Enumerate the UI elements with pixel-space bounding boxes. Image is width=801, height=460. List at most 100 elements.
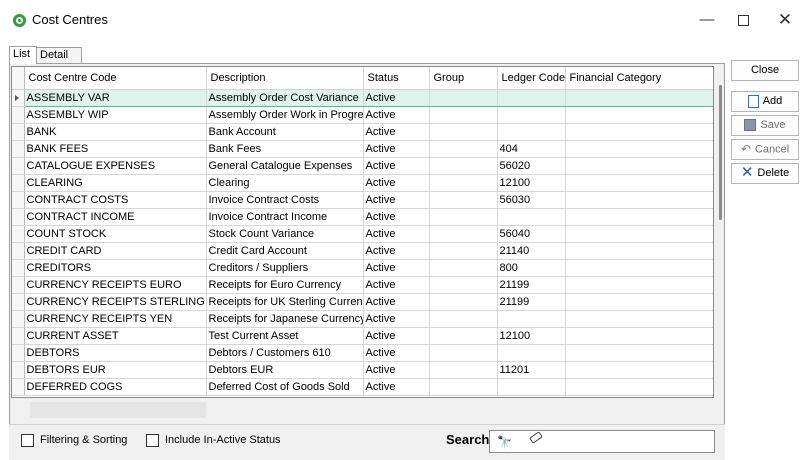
table-cell[interactable]: CURRENCY RECEIPTS YEN (24, 310, 207, 328)
table-cell[interactable]: CATALOGUE EXPENSES (24, 157, 207, 175)
table-cell[interactable] (565, 106, 713, 124)
table-cell[interactable] (565, 208, 713, 226)
table-cell[interactable]: Credit Card Account (206, 242, 364, 260)
table-row[interactable]: CONTRACT COSTS Invoice Contract Costs Acti… (12, 191, 713, 209)
row-indicator[interactable] (12, 225, 25, 243)
table-cell[interactable]: General Catalogue Expenses (206, 157, 364, 175)
row-indicator[interactable] (12, 123, 25, 141)
table-cell[interactable]: Active (363, 276, 430, 294)
table-cell[interactable]: Active (363, 106, 430, 124)
table-row[interactable]: CURRENCY RECEIPTS STERLING Receipts for U… (12, 293, 713, 311)
include-inactive-checkbox[interactable] (146, 434, 159, 447)
table-cell[interactable]: Deferred Cost of Goods Sold (206, 378, 364, 396)
scrollbar-thumb[interactable] (719, 85, 722, 220)
table-row[interactable]: COUNT STOCK Stock Count Variance Active 560… (12, 225, 713, 243)
table-cell[interactable]: Active (363, 174, 430, 192)
table-cell[interactable]: CURRENT ASSET (24, 327, 207, 345)
table-cell[interactable]: CURRENCY RECEIPTS EURO (24, 276, 207, 294)
table-cell[interactable] (565, 259, 713, 277)
row-indicator[interactable] (12, 191, 25, 209)
table-cell[interactable]: 11201 (497, 361, 566, 379)
table-cell[interactable]: BANK (24, 123, 207, 141)
table-cell[interactable]: Active (363, 361, 430, 379)
table-cell[interactable]: DEBTORS EUR (24, 361, 207, 379)
table-cell[interactable] (497, 208, 566, 226)
table-cell[interactable] (429, 106, 498, 124)
table-cell[interactable] (565, 361, 713, 379)
table-row[interactable]: CLEARING Clearing Active 12100 (12, 174, 713, 192)
table-cell[interactable]: Active (363, 225, 430, 243)
table-cell[interactable]: Active (363, 157, 430, 175)
row-indicator[interactable] (12, 327, 25, 345)
table-cell[interactable]: Active (363, 191, 430, 209)
table-cell[interactable]: CURRENCY RECEIPTS STERLING (24, 293, 207, 311)
table-cell[interactable] (429, 88, 498, 107)
table-cell[interactable]: Active (363, 259, 430, 277)
table-cell[interactable] (429, 242, 498, 260)
table-cell[interactable] (429, 327, 498, 345)
column-header[interactable]: Status (363, 67, 430, 90)
table-cell[interactable] (565, 157, 713, 175)
table-cell[interactable]: 800 (497, 259, 566, 277)
table-cell[interactable] (429, 378, 498, 396)
close-button[interactable]: Close (731, 60, 799, 81)
table-cell[interactable] (429, 225, 498, 243)
table-cell[interactable] (497, 88, 566, 107)
table-cell[interactable]: Active (363, 208, 430, 226)
tab-list[interactable]: List (9, 46, 37, 64)
column-header[interactable]: Description (206, 67, 364, 90)
table-cell[interactable]: Assembly Order Work in Progress (206, 106, 364, 124)
table-row[interactable]: CURRENCY RECEIPTS EURO Receipts for Euro … (12, 276, 713, 294)
row-indicator[interactable] (12, 378, 25, 396)
table-cell[interactable] (429, 361, 498, 379)
table-cell[interactable]: DEBTORS (24, 344, 207, 362)
table-cell[interactable]: CONTRACT INCOME (24, 208, 207, 226)
table-row[interactable]: CATALOGUE EXPENSES General Catalogue Expe… (12, 157, 713, 175)
vertical-scrollbar[interactable] (716, 66, 724, 398)
row-indicator[interactable] (12, 276, 25, 294)
row-indicator[interactable] (12, 293, 25, 311)
table-cell[interactable] (565, 327, 713, 345)
close-window-button[interactable]: ✕ (762, 8, 801, 34)
table-cell[interactable]: Active (363, 378, 430, 396)
table-cell[interactable]: 12100 (497, 174, 566, 192)
table-cell[interactable]: Bank Fees (206, 140, 364, 158)
table-cell[interactable]: Receipts for UK Sterling Currency (206, 293, 364, 311)
row-indicator[interactable] (12, 361, 25, 379)
table-cell[interactable] (565, 123, 713, 141)
row-indicator[interactable] (12, 310, 25, 328)
column-header[interactable]: Group (429, 67, 498, 90)
table-cell[interactable]: Active (363, 140, 430, 158)
row-indicator[interactable] (12, 157, 25, 175)
table-cell[interactable]: CLEARING (24, 174, 207, 192)
table-cell[interactable]: COUNT STOCK (24, 225, 207, 243)
table-cell[interactable] (429, 140, 498, 158)
table-cell[interactable]: Invoice Contract Costs (206, 191, 364, 209)
table-cell[interactable]: Receipts for Euro Currency (206, 276, 364, 294)
table-cell[interactable]: Active (363, 344, 430, 362)
table-row[interactable]: BANK Bank Account Active (12, 123, 713, 141)
table-cell[interactable] (565, 242, 713, 260)
table-cell[interactable]: 21140 (497, 242, 566, 260)
table-cell[interactable] (565, 225, 713, 243)
filtering-sorting-checkbox[interactable] (21, 434, 34, 447)
table-cell[interactable] (429, 344, 498, 362)
table-cell[interactable] (429, 293, 498, 311)
table-cell[interactable] (429, 276, 498, 294)
table-cell[interactable] (429, 191, 498, 209)
table-row[interactable]: CONTRACT INCOME Invoice Contract Income Ac… (12, 208, 713, 226)
table-cell[interactable]: Clearing (206, 174, 364, 192)
table-cell[interactable] (565, 344, 713, 362)
table-cell[interactable]: Active (363, 123, 430, 141)
table-cell[interactable] (565, 310, 713, 328)
table-row[interactable]: CREDITORS Creditors / Suppliers Active 800 (12, 259, 713, 277)
binoculars-icon[interactable]: 🔭 (497, 435, 512, 449)
table-cell[interactable]: Stock Count Variance (206, 225, 364, 243)
table-cell[interactable]: Active (363, 293, 430, 311)
table-cell[interactable]: Test Current Asset (206, 327, 364, 345)
column-header[interactable]: Ledger Code (497, 67, 566, 90)
table-cell[interactable] (565, 378, 713, 396)
table-cell[interactable] (429, 157, 498, 175)
table-cell[interactable]: Active (363, 327, 430, 345)
table-cell[interactable]: Invoice Contract Income (206, 208, 364, 226)
